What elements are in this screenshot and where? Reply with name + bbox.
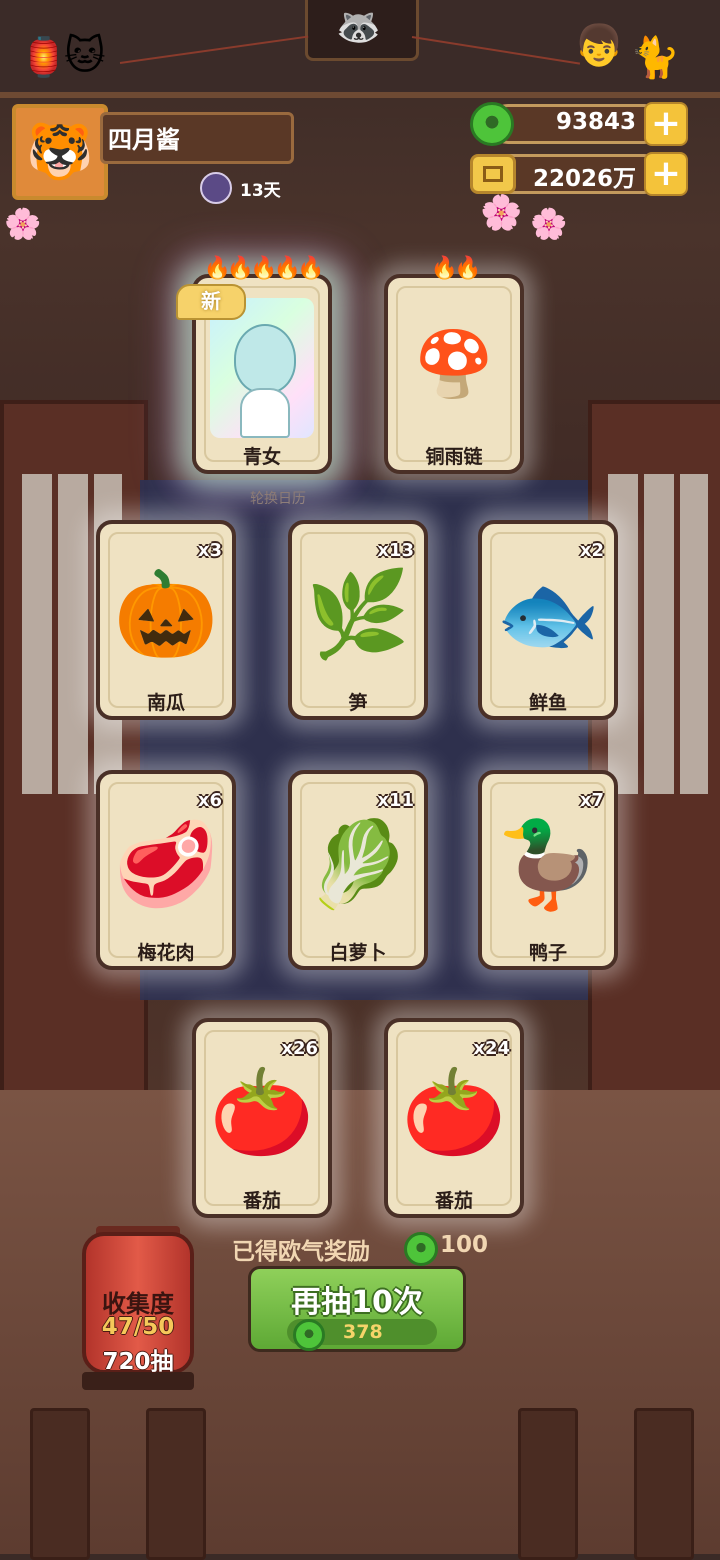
card-label: 南瓜: [146, 692, 185, 714]
meat-icon: 🥩: [113, 815, 219, 913]
add-jade-button[interactable]: +: [644, 102, 688, 146]
cat-decoration-icon: 🐱: [64, 33, 106, 79]
coin-amount: 22026万: [532, 166, 636, 192]
blossom-icon: 🌸: [530, 207, 568, 242]
radish-icon: 🥬: [305, 815, 411, 913]
calendar-label: 轮换日历: [250, 491, 306, 507]
item-count: x26: [281, 1038, 318, 1059]
jade-icon: [404, 1232, 438, 1266]
card-label: 鸭子: [528, 942, 567, 964]
right-window: [608, 474, 708, 794]
card-label: 梅花肉: [137, 942, 195, 964]
new-badge: 新: [176, 284, 246, 320]
tiger-avatar-icon: 🐯: [26, 120, 94, 183]
card-label: 青女: [242, 446, 281, 468]
bamboo-shoot-icon: 🌿: [305, 565, 411, 663]
pumpkin-icon: 🎃: [113, 565, 219, 663]
card-label: 番茄: [242, 1190, 281, 1212]
total-draws: 720抽: [102, 1349, 174, 1375]
fish-icon: 🐟: [495, 565, 601, 663]
tomato-icon: 🍅: [209, 1063, 315, 1161]
character-body: [240, 388, 290, 438]
card-label: 笋: [348, 692, 368, 714]
draw-button-label: 再抽10次: [291, 1285, 423, 1320]
fence-post: [146, 1408, 206, 1560]
blossom-icon: 🌸: [4, 207, 42, 242]
jade-icon: [470, 102, 514, 146]
card-label: 铜雨链: [425, 446, 483, 468]
card-label: 白萝卜: [329, 942, 387, 964]
rarity-flames: 🔥🔥🔥🔥🔥: [203, 256, 325, 281]
fence-post: [30, 1408, 90, 1560]
jade-amount: 93843: [555, 109, 636, 135]
mushroom-icon: 🍄: [414, 328, 494, 402]
item-count: x3: [197, 540, 222, 561]
left-door: [0, 400, 148, 1098]
card-label: 番茄: [434, 1190, 473, 1212]
add-coin-button[interactable]: +: [644, 152, 688, 196]
ghost-cat-decoration-icon: 🐈: [630, 35, 680, 81]
card-item[interactable]: x13 🌿 笋: [288, 520, 428, 720]
item-count: x6: [197, 790, 222, 811]
card-item[interactable]: x26 🍅 番茄: [192, 1018, 332, 1218]
rarity-flames: 🔥🔥: [430, 256, 482, 281]
fence-post: [634, 1408, 694, 1560]
card-item[interactable]: x7 🦆 鸭子: [478, 770, 618, 970]
card-item[interactable]: x2 🐟 鲜鱼: [478, 520, 618, 720]
card-item[interactable]: x11 🥬 白萝卜: [288, 770, 428, 970]
hanging-sign-icon: 🏮: [20, 35, 68, 79]
item-count: x7: [579, 790, 604, 811]
player-avatar[interactable]: 🐯: [12, 104, 108, 200]
item-count: x13: [377, 540, 414, 561]
reward-label: 已得欧气奖励: [232, 1239, 370, 1265]
card-item[interactable]: x3 🎃 南瓜: [96, 520, 236, 720]
tomato-icon: 🍅: [401, 1063, 507, 1161]
character-face: [234, 324, 296, 394]
blossom-icon: 🌸: [480, 193, 523, 233]
jade-icon: [293, 1319, 325, 1351]
login-days: 13天: [240, 181, 281, 201]
right-door: [588, 400, 720, 1098]
mascot-portrait-icon: 🦝: [336, 7, 381, 48]
item-count: x24: [473, 1038, 510, 1059]
draw-cost: 378: [343, 1321, 383, 1343]
card-label: 鲜鱼: [528, 692, 567, 714]
card-item[interactable]: x24 🍅 番茄: [384, 1018, 524, 1218]
fence-post: [518, 1408, 578, 1560]
player-name: 四月酱: [108, 126, 180, 154]
draw-again-button[interactable]: 再抽10次 378: [248, 1266, 466, 1352]
duck-icon: 🦆: [495, 815, 601, 913]
companion-icon: [200, 172, 232, 204]
item-count: x11: [377, 790, 414, 811]
card-tongyulian[interactable]: 🔥🔥 🍄 铜雨链: [384, 256, 524, 474]
item-count: x2: [579, 540, 604, 561]
card-item[interactable]: x6 🥩 梅花肉: [96, 770, 236, 970]
collection-progress: 47/50: [101, 1314, 175, 1340]
reward-value: 100: [440, 1232, 489, 1258]
character-decoration-icon: 👦: [574, 23, 624, 69]
